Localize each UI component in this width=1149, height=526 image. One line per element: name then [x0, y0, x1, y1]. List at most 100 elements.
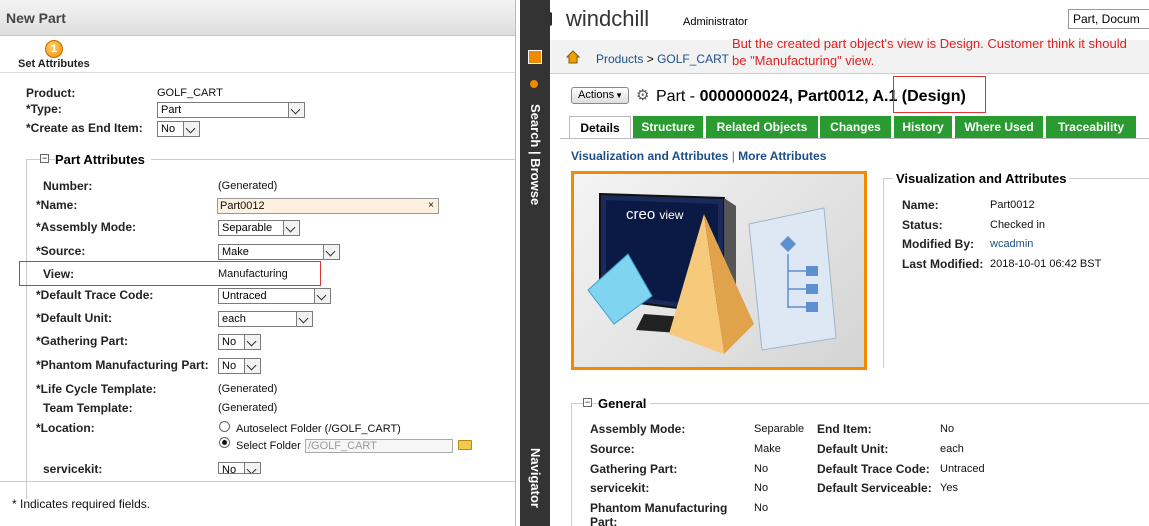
search-browse-tab[interactable]: Search | Browse	[528, 104, 543, 205]
dialog-title: New Part	[6, 10, 66, 26]
tabs-baseline	[560, 138, 1149, 139]
chevron-down-icon	[296, 312, 312, 326]
location-label: *Location:	[36, 421, 95, 435]
visualization-link[interactable]: Visualization and Attributes	[571, 149, 728, 163]
gear-icon: ⚙	[636, 87, 650, 104]
tab-where-used[interactable]: Where Used	[955, 116, 1043, 138]
tab-changes[interactable]: Changes	[820, 116, 891, 138]
clear-icon[interactable]: ×	[428, 199, 434, 213]
select-folder-label: Select Folder	[236, 440, 301, 452]
assembly-mode-select[interactable]: Separable	[218, 220, 300, 236]
gathering-label: *Gathering Part:	[36, 334, 129, 348]
home-icon[interactable]	[565, 50, 581, 64]
tab-history[interactable]: History	[894, 116, 952, 138]
windchill-header: windchill Administrator Part, Docum	[550, 0, 1149, 40]
gen-trace-code-value: Untraced	[940, 463, 985, 475]
name-input[interactable]: Part0012 ×	[217, 198, 439, 214]
servicekit-label: servicekit:	[43, 462, 103, 476]
team-value: (Generated)	[218, 402, 278, 414]
unit-label: *Default Unit:	[36, 311, 112, 325]
actions-button[interactable]: Actions ▼	[571, 87, 629, 104]
phantom-select[interactable]: No	[218, 358, 261, 374]
view-value: Manufacturing	[218, 268, 288, 280]
gathering-select[interactable]: No	[218, 334, 261, 350]
design-highlight-box	[893, 76, 986, 113]
assembly-mode-label: *Assembly Mode:	[36, 220, 137, 234]
gen-phantom-value: No	[754, 502, 769, 514]
trace-code-select[interactable]: Untraced	[218, 288, 331, 304]
breadcrumb: Products > GOLF_CART	[596, 52, 729, 66]
viz-panel-title: Visualization and Attributes	[893, 171, 1070, 186]
step-label[interactable]: Set Attributes	[18, 58, 90, 70]
view-label: View:	[43, 267, 75, 281]
more-attributes-link[interactable]: More Attributes	[738, 149, 826, 163]
gen-trace-code-label: Default Trace Code:	[817, 462, 930, 476]
chevron-down-icon	[288, 103, 304, 117]
brand-name: windchill	[566, 6, 650, 31]
dialog-titlebar: New Part	[0, 0, 515, 36]
new-part-dialog: New Part 1 Set Attributes Product: GOLF_…	[0, 0, 516, 526]
windchill-sidebar: Search | Browse Navigator	[520, 0, 550, 526]
user-name[interactable]: Administrator	[683, 16, 748, 28]
step-divider	[0, 72, 515, 73]
folder-icon[interactable]	[458, 440, 472, 450]
team-label: Team Template:	[43, 401, 133, 415]
tab-details[interactable]: Details	[569, 116, 631, 138]
lifecycle-value: (Generated)	[218, 383, 278, 395]
phantom-label: *Phantom Manufacturing Part:	[36, 358, 209, 372]
viz-last-modified-label: Last Modified:	[902, 257, 984, 271]
breadcrumb-products[interactable]: Products	[596, 52, 643, 66]
creo-view-logo: creo view	[626, 206, 684, 223]
viz-status-value: Checked in	[990, 219, 1046, 231]
folder-input[interactable]: /GOLF_CART	[305, 439, 453, 453]
breadcrumb-context[interactable]: GOLF_CART	[657, 52, 729, 66]
viz-modified-by-link[interactable]: wcadmin	[990, 238, 1033, 250]
tab-related-objects[interactable]: Related Objects	[706, 116, 818, 138]
lifecycle-label: *Life Cycle Template:	[36, 382, 157, 396]
global-search-input[interactable]: Part, Docum	[1068, 9, 1149, 29]
general-collapse-icon[interactable]: −	[583, 398, 592, 407]
gen-gathering-value: No	[754, 463, 769, 475]
panel-toggle-icon[interactable]	[528, 50, 542, 64]
type-select[interactable]: Part	[157, 102, 305, 118]
source-label: *Source:	[36, 244, 86, 258]
number-label: Number:	[43, 179, 93, 193]
section-title: Part Attributes	[55, 152, 151, 167]
gen-assembly-mode-value: Separable	[754, 423, 805, 435]
number-value: (Generated)	[218, 180, 278, 192]
gen-phantom-label: Phantom Manufacturing Part:	[590, 501, 728, 526]
chevron-down-icon	[283, 221, 299, 235]
viz-name-value: Part0012	[990, 199, 1035, 211]
servicekit-select[interactable]: No	[218, 462, 261, 474]
pin-icon[interactable]	[530, 80, 538, 88]
gen-source-label: Source:	[590, 442, 635, 456]
navigator-tab[interactable]: Navigator	[528, 448, 543, 508]
form-footer-divider	[0, 481, 515, 482]
viz-modified-by-label: Modified By:	[902, 237, 974, 251]
source-select[interactable]: Make	[218, 244, 340, 260]
gen-end-item-value: No	[940, 423, 955, 435]
gen-gathering-label: Gathering Part:	[590, 462, 678, 476]
unit-select[interactable]: each	[218, 311, 313, 327]
gen-default-unit-value: each	[940, 443, 964, 455]
chevron-down-icon	[244, 335, 260, 349]
name-label: *Name:	[36, 198, 78, 212]
product-label: Product:	[26, 86, 76, 100]
creo-view-thumbnail[interactable]: creo view	[571, 171, 867, 370]
chevron-down-icon	[323, 245, 339, 259]
tab-structure[interactable]: Structure	[633, 116, 703, 138]
end-item-select[interactable]: No	[157, 121, 200, 137]
step-badge-icon[interactable]: 1	[45, 40, 63, 58]
required-note: * Indicates required fields.	[12, 497, 151, 511]
windchill-logo-icon	[550, 6, 554, 32]
chevron-down-icon	[244, 359, 260, 373]
autoselect-label: Autoselect Folder (/GOLF_CART)	[236, 423, 401, 435]
viz-status-label: Status:	[902, 218, 943, 232]
tab-traceability[interactable]: Traceability	[1046, 116, 1136, 138]
gen-assembly-mode-label: Assembly Mode:	[590, 422, 686, 436]
trace-code-label: *Default Trace Code:	[36, 288, 154, 302]
end-item-label: *Create as End Item:	[26, 121, 143, 135]
autoselect-radio[interactable]	[219, 421, 230, 432]
select-folder-radio[interactable]	[219, 437, 230, 448]
collapse-icon[interactable]: −	[40, 154, 49, 163]
